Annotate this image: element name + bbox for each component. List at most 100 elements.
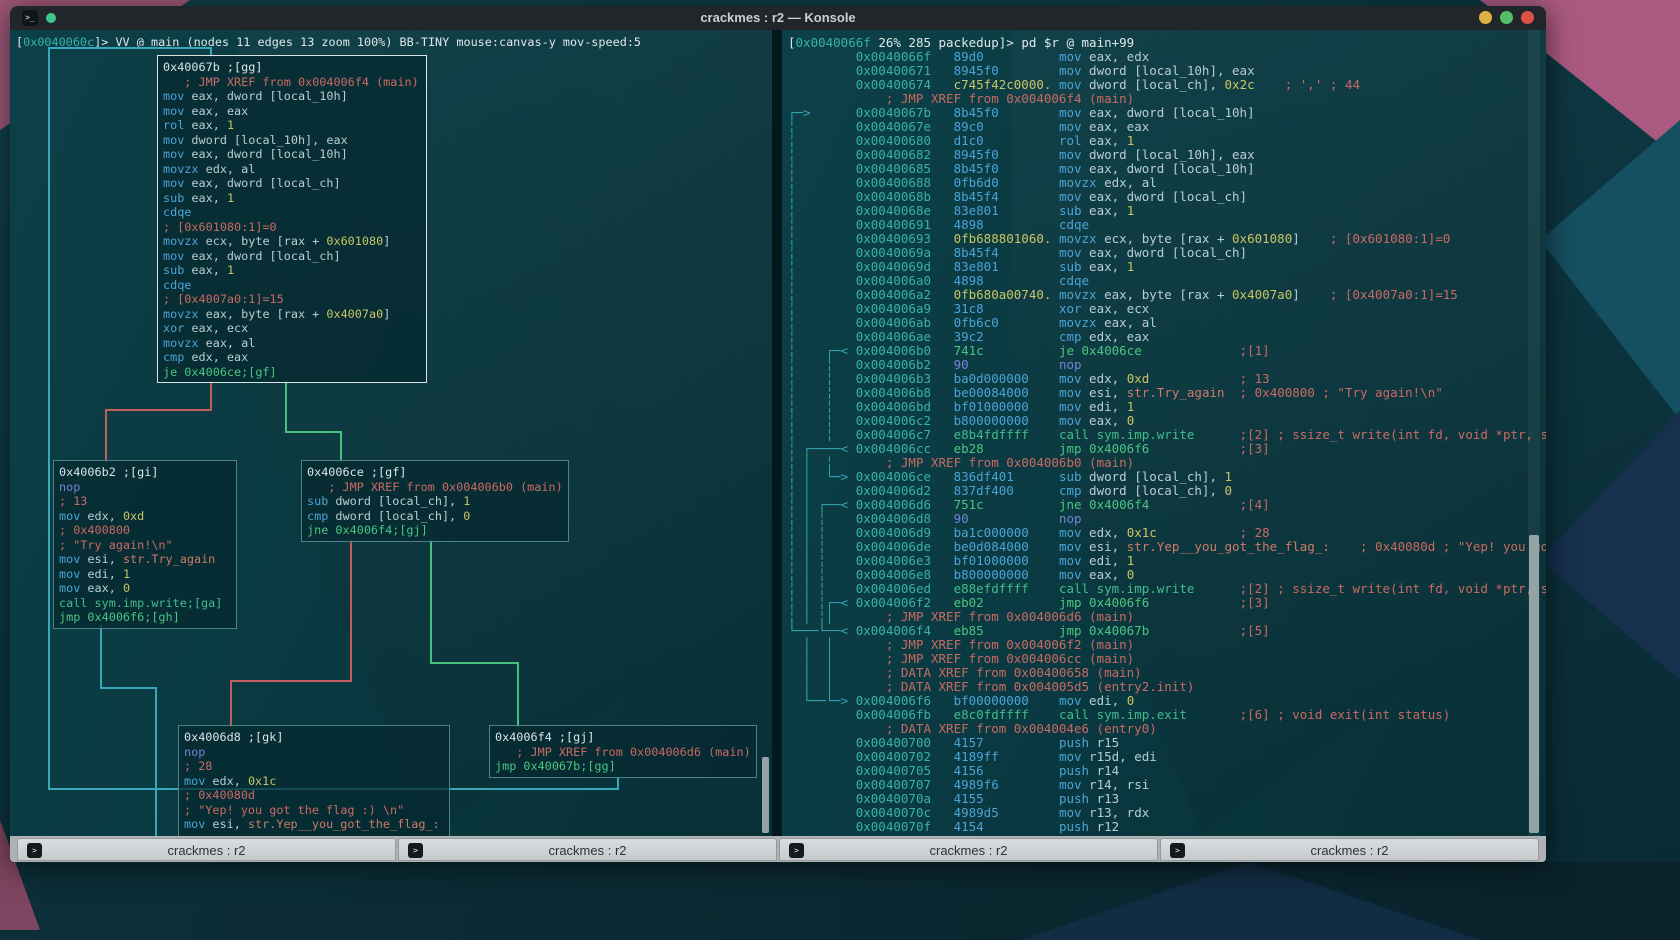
tab-crackmes-1[interactable]: > crackmes : r2 bbox=[17, 838, 396, 861]
pane-divider[interactable] bbox=[772, 30, 782, 836]
tab-bar: > crackmes : r2 > crackmes : r2 > crackm… bbox=[10, 836, 1546, 862]
terminal-line: ; [0x4007a0:1]=15 bbox=[163, 292, 421, 307]
terminal-line: └───└──< 0x004006f4 eb85 jmp 0x40067b ;[… bbox=[788, 624, 1546, 638]
terminal-line: │ │ ; DATA XREF from 0x004005d5 (entry2.… bbox=[788, 680, 1546, 694]
terminal-line: ╎ ╎ 0x004006c2 b800000000 mov eax, 0 bbox=[788, 414, 1546, 428]
r2-disassembly-listing: [0x0040066f 26% 285 packedup]> pd $r @ m… bbox=[788, 36, 1546, 834]
tab-label: crackmes : r2 bbox=[1161, 843, 1538, 858]
graph-edge bbox=[48, 47, 212, 49]
terminal-line: ; 13 bbox=[59, 494, 231, 509]
right-terminal-pane-disasm[interactable]: [0x0040066f 26% 285 packedup]> pd $r @ m… bbox=[782, 30, 1546, 836]
terminal-line: mov edx, 0xd bbox=[59, 509, 231, 524]
terminal-line: ; JMP XREF from 0x004006d6 (main) bbox=[495, 745, 751, 760]
terminal-line: ╎ 0x0040069a 8b45f4 mov eax, dword [loca… bbox=[788, 246, 1546, 260]
graph-edge bbox=[517, 662, 519, 727]
terminal-line: ╎ │ ╎ 0x004006ed e88efdffff call sym.imp… bbox=[788, 582, 1546, 596]
wallpaper-facet-right-navy bbox=[1540, 380, 1680, 680]
terminal-line: 0x0040070c 4989d5 mov r13, rdx bbox=[788, 806, 1546, 820]
terminal-line: 0x4006b2 ;[gi] bbox=[59, 465, 231, 480]
close-button[interactable] bbox=[1521, 11, 1534, 24]
terminal-line: ╎ ┌─< 0x004006b0 741c je 0x4006ce ;[1] bbox=[788, 344, 1546, 358]
terminal-line: ; 28 bbox=[184, 759, 444, 774]
terminal-line: ╎ 0x0040068e 83e801 sub eax, 1 bbox=[788, 204, 1546, 218]
maximize-button[interactable] bbox=[1500, 11, 1513, 24]
terminal-line: ; "Yep! you got the flag :) \n" bbox=[184, 803, 444, 818]
right-pane-scrollbar[interactable] bbox=[1529, 535, 1539, 833]
terminal-line: ╎ ╎ 0x004006b8 be00084000 mov esi, str.T… bbox=[788, 386, 1546, 400]
graph-edge bbox=[100, 625, 102, 689]
tab-crackmes-4[interactable]: > crackmes : r2 bbox=[1160, 838, 1539, 861]
terminal-line: ╎ 0x004006ab 0fb6c0 movzx eax, al bbox=[788, 316, 1546, 330]
terminal-line: ╎ ┌────< 0x004006cc eb28 jmp 0x4006f6 ;[… bbox=[788, 442, 1546, 456]
terminal-line: │ │ ; DATA XREF from 0x00400658 (main) bbox=[788, 666, 1546, 680]
graph-node-0x4006d8[interactable]: 0x4006d8 ;[gk]nop; 28mov edx, 0x1c; 0x40… bbox=[178, 725, 450, 836]
graph-edge bbox=[210, 381, 212, 411]
minimize-button[interactable] bbox=[1479, 11, 1492, 24]
graph-edge bbox=[105, 409, 212, 411]
terminal-line: call sym.imp.write;[ga] bbox=[59, 596, 231, 611]
graph-edge bbox=[430, 540, 432, 664]
terminal-line: mov eax, dword [local_ch] bbox=[163, 249, 421, 264]
terminal-line: rol eax, 1 bbox=[163, 118, 421, 133]
left-pane-scrollbar[interactable] bbox=[762, 757, 769, 833]
terminal-line: mov dword [local_10h], eax bbox=[163, 133, 421, 148]
graph-node-0x4006b2[interactable]: 0x4006b2 ;[gi]nop; 13mov edx, 0xd; 0x400… bbox=[53, 460, 237, 629]
terminal-line: ╎ 0x00400688 0fb6d0 movzx edx, al bbox=[788, 176, 1546, 190]
graph-edge bbox=[285, 431, 342, 433]
terminal-line: movzx edx, al bbox=[163, 162, 421, 177]
terminal-line: 0x40067b ;[gg] bbox=[163, 60, 421, 75]
terminal-line: ; JMP XREF from 0x004006b0 (main) bbox=[307, 480, 563, 495]
terminal-line: ; JMP XREF from 0x004006f4 (main) bbox=[163, 75, 421, 90]
terminal-line: mov eax, dword [local_10h] bbox=[163, 147, 421, 162]
terminal-line: sub eax, 1 bbox=[163, 191, 421, 206]
r2-graph-canvas[interactable]: 0x40067b ;[gg] ; JMP XREF from 0x004006f… bbox=[10, 30, 772, 836]
terminal-line: 0x4006f4 ;[gj] bbox=[495, 730, 751, 745]
terminal-line: je 0x4006ce;[gf] bbox=[163, 365, 421, 380]
terminal-line: └──└─> 0x004006f6 bf00000000 mov edi, 0 bbox=[788, 694, 1546, 708]
terminal-line: nop bbox=[59, 480, 231, 495]
terminal-line: ; 0x40080d bbox=[184, 788, 444, 803]
graph-node-0x40067b[interactable]: 0x40067b ;[gg] ; JMP XREF from 0x004006f… bbox=[157, 55, 427, 383]
terminal-line: cdqe bbox=[163, 205, 421, 220]
terminal-line: 0x4006d8 ;[gk] bbox=[184, 730, 444, 745]
terminal-line: cmp edx, eax bbox=[163, 350, 421, 365]
tab-label: crackmes : r2 bbox=[18, 843, 395, 858]
graph-edge bbox=[617, 777, 619, 790]
terminal-line: ╎ │ ╎ 0x004006d9 ba1c000000 mov edx, 0x1… bbox=[788, 526, 1546, 540]
graph-node-0x4006ce[interactable]: 0x4006ce ;[gf] ; JMP XREF from 0x004006b… bbox=[301, 460, 569, 542]
left-terminal-pane-graph[interactable]: [0x0040060c]> VV @ main (nodes 11 edges … bbox=[10, 30, 772, 836]
terminal-line: ╎ 0x004006a9 31c8 xor eax, ecx bbox=[788, 302, 1546, 316]
tab-crackmes-3[interactable]: > crackmes : r2 bbox=[779, 838, 1158, 861]
terminal-line: ╎ ╎ 0x004006b2 90 nop bbox=[788, 358, 1546, 372]
title-bar[interactable]: >_ crackmes : r2 — Konsole bbox=[10, 6, 1546, 30]
tab-label: crackmes : r2 bbox=[780, 843, 1157, 858]
terminal-line: 0x00400707 4989f6 mov r14, rsi bbox=[788, 778, 1546, 792]
terminal-line: ╎ 0x00400693 0fb688801060. movzx ecx, by… bbox=[788, 232, 1546, 246]
tab-label: crackmes : r2 bbox=[399, 843, 776, 858]
terminal-line: ; [0x601080:1]=0 bbox=[163, 220, 421, 235]
terminal-line: movzx eax, byte [rax + 0x4007a0] bbox=[163, 307, 421, 322]
terminal-line: jmp 0x40067b;[gg] bbox=[495, 759, 751, 774]
terminal-line: mov eax, eax bbox=[163, 104, 421, 119]
graph-edge bbox=[100, 687, 157, 689]
terminal-line: ╎ │ ╎ 0x004006de be0d084000 mov esi, str… bbox=[788, 540, 1546, 554]
graph-edge bbox=[350, 540, 352, 682]
terminal-line: jmp 0x4006f6;[gh] bbox=[59, 610, 231, 625]
terminal-line: mov edx, 0x1c bbox=[184, 774, 444, 789]
tab-crackmes-2[interactable]: > crackmes : r2 bbox=[398, 838, 777, 861]
graph-edge bbox=[285, 381, 287, 433]
window-title: crackmes : r2 — Konsole bbox=[10, 10, 1546, 25]
terminal-line: sub eax, 1 bbox=[163, 263, 421, 278]
terminal-line: ╎ 0x004006ae 39c2 cmp edx, eax bbox=[788, 330, 1546, 344]
terminal-line: ; JMP XREF from 0x004006f4 (main) bbox=[788, 92, 1546, 106]
graph-node-0x4006f4[interactable]: 0x4006f4 ;[gj] ; JMP XREF from 0x004006d… bbox=[489, 725, 757, 778]
terminal-line: ╎ │ ┌──< 0x004006d6 751c jne 0x4006f4 ;[… bbox=[788, 498, 1546, 512]
terminal-line: 0x00400705 4156 push r14 bbox=[788, 764, 1546, 778]
terminal-line: ╎ │ ╎ 0x004006e8 b800000000 mov eax, 0 bbox=[788, 568, 1546, 582]
terminal-line: ╎ │ ╎ ; JMP XREF from 0x004006b0 (main) bbox=[788, 456, 1546, 470]
terminal-line: ╎ │ 0x004006d2 837df400 cmp dword [local… bbox=[788, 484, 1546, 498]
terminal-line: 0x00400674 c745f42c0000. mov dword [loca… bbox=[788, 78, 1546, 92]
graph-edge bbox=[340, 431, 342, 462]
terminal-line: mov esi, str.Try_again bbox=[59, 552, 231, 567]
terminal-line: 0x0040066f 89d0 mov eax, edx bbox=[788, 50, 1546, 64]
